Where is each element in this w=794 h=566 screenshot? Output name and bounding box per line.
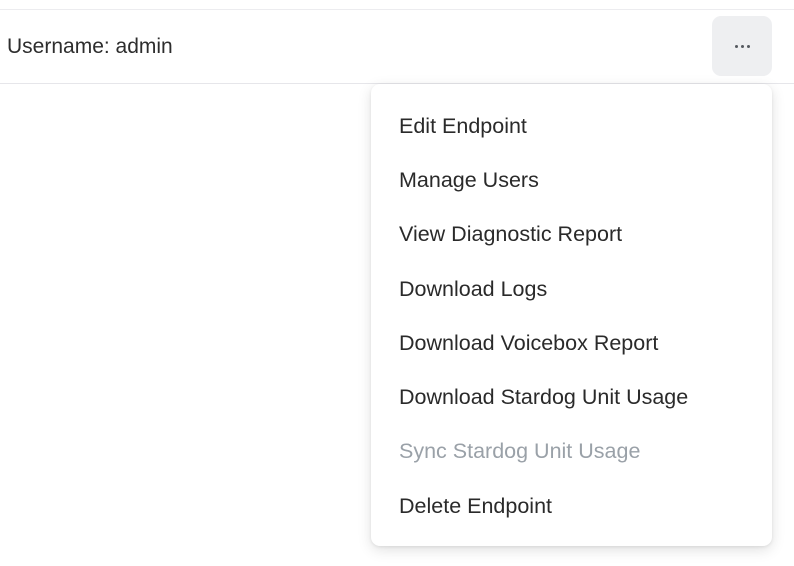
dot xyxy=(740,44,744,48)
menu-item-delete-endpoint[interactable]: Delete Endpoint xyxy=(371,479,772,533)
page: Username: admin Edit Endpoint Manage Use… xyxy=(0,0,794,566)
menu-item-manage-users[interactable]: Manage Users xyxy=(371,153,772,207)
menu-item-view-diagnostic-report[interactable]: View Diagnostic Report xyxy=(371,208,772,262)
dropdown-menu: Edit Endpoint Manage Users View Diagnost… xyxy=(371,84,772,546)
menu-item-download-voicebox-report[interactable]: Download Voicebox Report xyxy=(371,316,772,370)
dot xyxy=(734,44,738,48)
more-options-button[interactable] xyxy=(712,16,772,76)
endpoint-row: Username: admin xyxy=(0,10,794,84)
menu-item-download-logs[interactable]: Download Logs xyxy=(371,262,772,316)
menu-item-sync-stardog-unit-usage: Sync Stardog Unit Usage xyxy=(399,439,641,464)
more-horizontal-icon xyxy=(734,44,750,48)
menu-item-download-stardog-unit-usage[interactable]: Download Stardog Unit Usage xyxy=(371,370,772,424)
dot xyxy=(746,44,750,48)
menu-item-edit-endpoint[interactable]: Edit Endpoint xyxy=(371,99,772,153)
username-label: Username: admin xyxy=(7,35,173,58)
